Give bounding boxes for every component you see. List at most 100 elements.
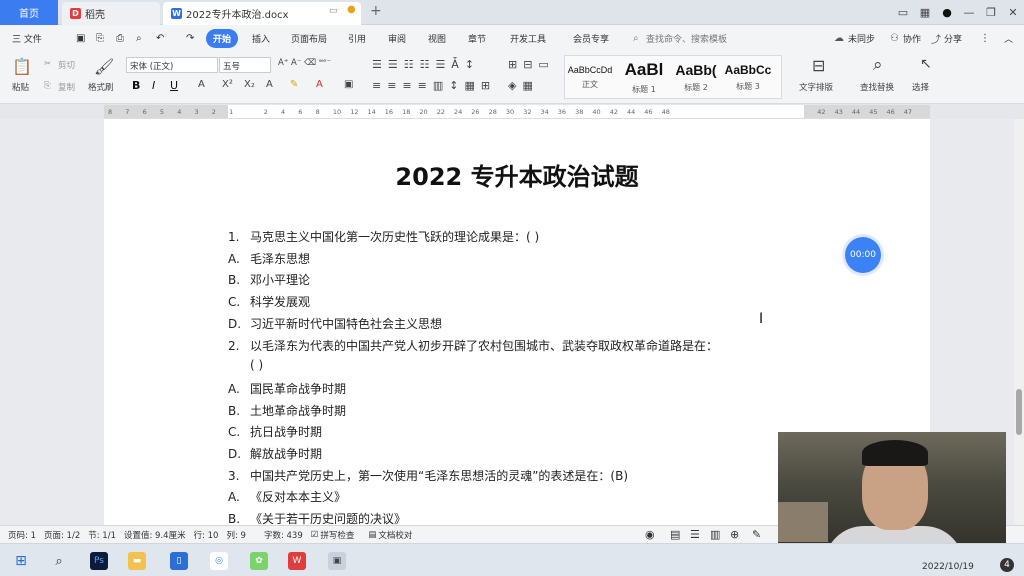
char-border-icon[interactable]: ▣ bbox=[344, 79, 353, 90]
eye-icon[interactable]: ◉ bbox=[645, 528, 655, 541]
web-view-icon[interactable]: ⊕ bbox=[730, 528, 739, 541]
command-search[interactable]: 查找命令、搜索模板 bbox=[646, 32, 727, 45]
save-icon[interactable]: ▣ bbox=[76, 33, 85, 44]
taskbar-date[interactable]: 2022/10/19 bbox=[922, 562, 974, 572]
restore-button[interactable]: ❐ bbox=[980, 6, 1002, 19]
bold-icon[interactable]: B bbox=[132, 79, 140, 92]
new-tab-button[interactable]: + bbox=[370, 3, 382, 19]
clear-format-icon[interactable]: A bbox=[266, 79, 273, 90]
tab-member[interactable]: 会员专享 bbox=[573, 32, 609, 45]
sync-status[interactable]: 未同步 bbox=[848, 32, 875, 45]
border-icons[interactable]: ⊞⊟▭ bbox=[508, 58, 555, 71]
style-heading1[interactable]: AaBl 标题 1 bbox=[619, 56, 669, 98]
tab-developer[interactable]: 开发工具 bbox=[510, 32, 546, 45]
collapse-ribbon-icon[interactable]: ︿ bbox=[1004, 32, 1013, 45]
read-view-icon[interactable]: ▥ bbox=[710, 528, 720, 541]
align-icons[interactable]: ≡≡≡≡▥↕▦⊞ bbox=[372, 79, 496, 92]
tab-review[interactable]: 审阅 bbox=[388, 32, 406, 45]
unsaved-dot-icon[interactable]: ● bbox=[347, 4, 356, 15]
italic-icon[interactable]: I bbox=[152, 79, 155, 92]
document-line[interactable]: ( ) bbox=[228, 358, 263, 372]
document-line[interactable]: A. 国民革命战争时期 bbox=[228, 380, 346, 397]
file-menu[interactable]: 三 文件 bbox=[12, 32, 42, 45]
tab-reference[interactable]: 引用 bbox=[348, 32, 366, 45]
notification-badge[interactable]: 4 bbox=[1000, 558, 1014, 572]
app-icon[interactable]: ◎ bbox=[210, 552, 228, 570]
paste-button[interactable]: 粘贴 bbox=[12, 81, 29, 93]
scrollbar-thumb[interactable] bbox=[1016, 389, 1022, 435]
document-line[interactable]: B. 土地革命战争时期 bbox=[228, 402, 346, 419]
screenshot-app-icon[interactable]: ▣ bbox=[328, 552, 346, 570]
spellcheck-button[interactable]: 拼写检查 bbox=[320, 529, 354, 541]
highlight-icon[interactable]: ✎ bbox=[290, 79, 298, 90]
document-line[interactable]: 1. 马克思主义中国化第一次历史性飞跃的理论成果是：( ) bbox=[228, 228, 539, 245]
share-button[interactable]: 分享 bbox=[944, 32, 962, 45]
list-icons[interactable]: ☰☰☷☷☰Ǡ↕ bbox=[372, 58, 480, 71]
tab-document[interactable]: W 2022专升本政治.docx ▭ ● bbox=[163, 2, 361, 25]
document-line[interactable]: B. 邓小平理论 bbox=[228, 271, 310, 288]
find-replace-button[interactable]: 查找替换 bbox=[860, 81, 894, 93]
select-button[interactable]: 选择 bbox=[912, 81, 929, 93]
document-line[interactable]: A. 毛泽东思想 bbox=[228, 250, 310, 267]
proof-button[interactable]: 文档校对 bbox=[378, 529, 412, 541]
font-color-icon[interactable]: A bbox=[316, 79, 323, 90]
minimize-button[interactable]: — bbox=[958, 6, 980, 19]
strike-icon[interactable]: A bbox=[198, 79, 205, 90]
photoshop-icon[interactable]: Ps bbox=[90, 552, 108, 570]
tab-home[interactable]: 首页 bbox=[0, 0, 58, 25]
status-words[interactable]: 字数: 439 bbox=[264, 529, 303, 541]
pen-icon[interactable]: ✎ bbox=[752, 528, 761, 541]
collab-button[interactable]: 协作 bbox=[903, 32, 921, 45]
avatar[interactable]: ● bbox=[936, 6, 958, 19]
document-line[interactable]: 2. 以毛泽东为代表的中国共产党人初步开辟了农村包围城市、武装夺取政权革命道路是在… bbox=[228, 337, 718, 354]
grid-icon[interactable]: ▦ bbox=[914, 6, 936, 19]
font-name-select[interactable]: 宋体 (正文) bbox=[126, 57, 218, 73]
document-line[interactable]: B. 《关于若干历史问题的决议》 bbox=[228, 510, 406, 525]
recording-timer[interactable]: 00:00 bbox=[845, 237, 881, 273]
underline-icon[interactable]: U bbox=[170, 79, 178, 92]
format-painter-button[interactable]: 格式刷 bbox=[88, 81, 114, 93]
print-icon[interactable]: ⎙ bbox=[116, 33, 124, 44]
cut-button[interactable]: 剪切 bbox=[58, 59, 75, 71]
document-line[interactable]: C. 抗日战争时期 bbox=[228, 423, 322, 440]
document-line[interactable]: A. 《反对本本主义》 bbox=[228, 488, 346, 505]
tab-start[interactable]: 开始 bbox=[206, 28, 239, 48]
page-view-icon[interactable]: ▤ bbox=[670, 528, 680, 541]
font-size-select[interactable]: 五号 bbox=[219, 57, 271, 73]
export-icon[interactable]: ⎘ bbox=[96, 33, 104, 44]
tab-chapter[interactable]: 章节 bbox=[468, 32, 486, 45]
wps-icon[interactable]: W bbox=[288, 552, 306, 570]
undo-icon[interactable]: ↶ bbox=[156, 33, 164, 44]
search-taskbar-icon[interactable]: ⌕ bbox=[50, 552, 68, 570]
tab-view[interactable]: 视图 bbox=[428, 32, 446, 45]
document-line[interactable]: C. 科学发展观 bbox=[228, 293, 310, 310]
shading-icons[interactable]: ◈▦ bbox=[508, 79, 539, 92]
layout-icon[interactable]: ▭ bbox=[892, 6, 914, 19]
close-button[interactable]: ✕ bbox=[1002, 6, 1024, 19]
outline-view-icon[interactable]: ☰ bbox=[690, 528, 700, 541]
style-normal[interactable]: AaBbCcDd 正文 bbox=[565, 56, 615, 98]
tab-insert[interactable]: 插入 bbox=[252, 32, 270, 45]
tab-page-layout[interactable]: 页面布局 bbox=[291, 32, 327, 45]
copy-button[interactable]: 复制 bbox=[58, 81, 75, 93]
paste-icon[interactable]: 📋 bbox=[12, 57, 32, 76]
redo-icon[interactable]: ↷ bbox=[186, 33, 194, 44]
vertical-scrollbar[interactable] bbox=[1014, 119, 1024, 525]
preview-icon[interactable]: ⌕ bbox=[136, 33, 142, 44]
more-icon[interactable]: ⋮ bbox=[980, 33, 990, 44]
grow-font-icon[interactable]: A⁺ A⁻ ⌫ ʷᵉ⁻ bbox=[278, 58, 331, 68]
style-heading3[interactable]: AaBbCc 标题 3 bbox=[723, 56, 773, 98]
windows-start-icon[interactable]: ⊞ bbox=[12, 552, 30, 570]
subscript-icon[interactable]: X₂ bbox=[244, 79, 255, 90]
game-icon[interactable]: ✿ bbox=[250, 552, 268, 570]
style-heading2[interactable]: AaBb( 标题 2 bbox=[671, 56, 721, 98]
window-icon[interactable]: ▭ bbox=[329, 6, 338, 16]
text-layout-button[interactable]: 文字排版 bbox=[799, 81, 833, 93]
superscript-icon[interactable]: X² bbox=[222, 79, 233, 90]
file-explorer-icon[interactable]: ▬ bbox=[128, 552, 146, 570]
tab-daoke[interactable]: D 稻壳 bbox=[62, 2, 160, 25]
document-line[interactable]: 3. 中国共产党历史上，第一次使用“毛泽东思想活的灵魂”的表述是在：(B) bbox=[228, 467, 628, 484]
horizontal-ruler[interactable]: 8 7 6 5 4 3 2 1 2 4 6 8 10 12 14 16 18 20 22 24 26 28 30 32 34 36… bbox=[104, 105, 930, 119]
document-line[interactable]: D. 解放战争时期 bbox=[228, 445, 322, 462]
document-line[interactable]: D. 习近平新时代中国特色社会主义思想 bbox=[228, 315, 442, 332]
